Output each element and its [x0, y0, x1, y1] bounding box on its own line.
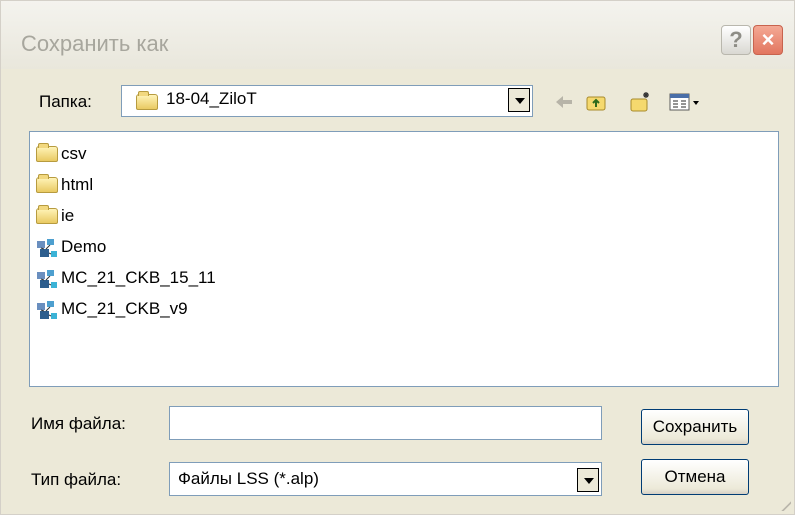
save-button[interactable]: Сохранить [641, 409, 749, 445]
list-item-name: MC_21_CKB_15_11 [61, 268, 216, 287]
filename-input[interactable] [169, 406, 602, 440]
lss-file-icon [37, 301, 57, 319]
file-list[interactable]: csv html ie Demo MC_21_CKB_15_11 MC_21_C… [29, 131, 779, 387]
help-button[interactable]: ? [721, 25, 751, 55]
lss-file-icon [37, 270, 57, 288]
folder-icon [136, 91, 158, 110]
up-folder-icon[interactable] [585, 91, 607, 113]
view-menu-icon[interactable] [669, 91, 701, 113]
save-as-dialog: Сохранить как ? × Папка: 18-04_ZiloT csv… [0, 0, 795, 515]
folder-icon [36, 174, 58, 193]
window-title: Сохранить как [21, 31, 169, 56]
filetype-select[interactable]: Файлы LSS (*.alp) [169, 462, 602, 496]
chevron-down-icon[interactable] [508, 88, 530, 112]
folder-select-value: 18-04_ZiloT [166, 89, 257, 108]
back-arrow-icon[interactable] [553, 91, 575, 113]
list-item-name: MC_21_CKB_v9 [61, 299, 188, 318]
title-bar[interactable]: Сохранить как ? × [1, 1, 794, 69]
list-item-name: Demo [61, 237, 107, 256]
list-item-name: csv [61, 144, 87, 163]
filetype-select-value: Файлы LSS (*.alp) [178, 469, 319, 488]
list-item-name: html [61, 175, 94, 194]
list-item-name: ie [61, 206, 75, 225]
filetype-label: Тип файла: [31, 470, 122, 489]
filename-label: Имя файла: [31, 414, 126, 433]
folder-select[interactable]: 18-04_ZiloT [121, 85, 533, 117]
cancel-button[interactable]: Отмена [641, 459, 749, 495]
folder-icon [36, 143, 58, 162]
folder-icon [36, 205, 58, 224]
close-button[interactable]: × [753, 25, 783, 55]
resize-grip[interactable] [779, 499, 791, 511]
lss-file-icon [37, 239, 57, 257]
folder-label: Папка: [39, 92, 92, 111]
chevron-down-icon[interactable] [577, 468, 599, 492]
new-folder-icon[interactable] [629, 91, 651, 113]
